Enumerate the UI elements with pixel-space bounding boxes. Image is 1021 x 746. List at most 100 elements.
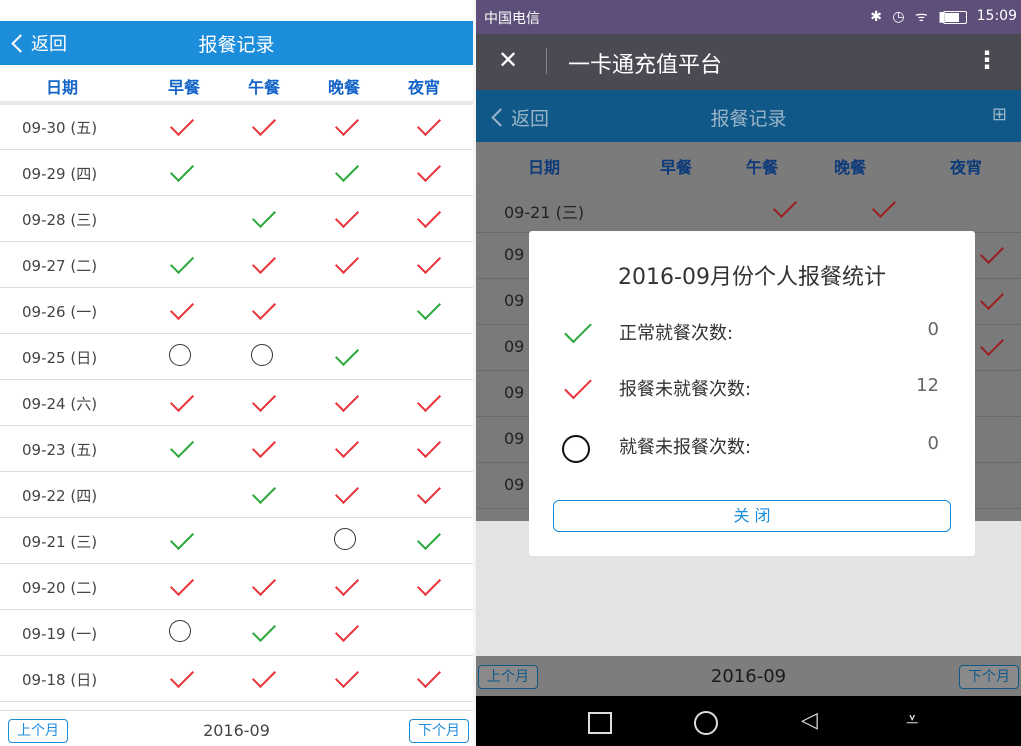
circle-icon <box>334 528 356 550</box>
red-check-icon <box>979 285 1005 311</box>
meal-cell <box>331 571 361 600</box>
meal-cell <box>248 295 278 324</box>
meal-cell <box>248 571 278 600</box>
row-date: 09-25 (日) <box>22 349 98 367</box>
meal-cell <box>248 387 278 416</box>
green-check-icon <box>169 433 195 459</box>
red-check-icon <box>559 371 592 402</box>
page-header: 返回 报餐记录 <box>0 21 473 65</box>
table-row[interactable]: 09-28 (三) <box>0 196 473 242</box>
table-row[interactable]: 09-24 (六) <box>0 380 473 426</box>
red-check-icon <box>979 331 1005 357</box>
green-check-icon <box>334 341 360 367</box>
green-check-icon <box>334 157 360 183</box>
meal-cell <box>413 203 443 232</box>
table-row[interactable]: 09-27 (二) <box>0 242 473 288</box>
table-row[interactable]: 09-20 (二) <box>0 564 473 610</box>
red-check-icon <box>334 663 360 689</box>
green-check-icon <box>416 525 442 551</box>
row-date: 09-23 (五) <box>22 441 98 459</box>
column-header-date: 日期 <box>527 158 560 177</box>
column-header-dinner: 晚餐 <box>327 78 360 97</box>
close-icon[interactable]: ✕ <box>498 46 518 74</box>
circle-icon <box>559 432 590 463</box>
meal-cell <box>413 249 443 278</box>
more-vert-icon[interactable]: ⋮ <box>975 46 999 74</box>
table-row[interactable]: 09-19 (一) <box>0 610 473 656</box>
red-check-icon <box>251 433 277 459</box>
table-row[interactable]: 09-25 (日) <box>0 334 473 380</box>
row-date: 09-19 (一) <box>22 625 98 643</box>
stat-label: 正常就餐次数: <box>619 323 734 344</box>
green-check-icon <box>169 157 195 183</box>
close-button[interactable]: 关 闭 <box>553 500 951 532</box>
meal-cell <box>331 203 361 232</box>
grid-icon[interactable]: ⊞ <box>992 104 1007 125</box>
column-header-date: 日期 <box>45 78 78 97</box>
page-title: 报餐记录 <box>198 34 275 56</box>
row-date: 09 <box>504 475 525 494</box>
next-month-button[interactable]: 下个月 <box>409 719 469 743</box>
meal-cell <box>166 525 196 554</box>
meal-cell <box>248 203 278 232</box>
red-check-icon <box>251 111 277 137</box>
current-month: 2016-09 <box>203 721 270 740</box>
meal-cell <box>331 617 361 646</box>
table-row[interactable]: 09-21 (三) <box>0 518 473 564</box>
red-check-icon <box>979 239 1005 265</box>
table-row[interactable]: 09-18 (日) <box>0 656 473 702</box>
carrier-label: 中国电信 <box>484 11 540 27</box>
row-date: 09-27 (二) <box>22 257 98 275</box>
meal-cell <box>331 387 361 416</box>
column-header-breakfast: 早餐 <box>167 78 200 97</box>
table-row[interactable]: 09-23 (五) <box>0 426 473 472</box>
meal-cell <box>413 295 443 324</box>
red-check-icon <box>416 111 442 137</box>
red-check-icon <box>169 663 195 689</box>
red-check-icon <box>251 571 277 597</box>
meal-cell <box>166 342 196 370</box>
meal-cell <box>166 249 196 278</box>
red-check-icon <box>169 295 195 321</box>
circle-icon <box>169 344 191 366</box>
green-check-icon <box>169 525 195 551</box>
meal-cell <box>166 571 196 600</box>
table-row[interactable]: 09-29 (四) <box>0 150 473 196</box>
back-triangle-icon[interactable]: ◁ <box>801 708 818 733</box>
meal-cell <box>413 387 443 416</box>
red-check-icon <box>251 663 277 689</box>
meal-cell <box>331 479 361 508</box>
current-month: 2016-09 <box>710 666 787 687</box>
row-date: 09 <box>504 429 525 448</box>
red-check-icon <box>251 249 277 275</box>
recent-apps-icon[interactable] <box>588 712 612 734</box>
stats-dialog: 2016-09月份个人报餐统计 正常就餐次数: 0 报餐未就餐次数: 12 就餐… <box>529 231 975 556</box>
table-row[interactable]: 09-26 (一) <box>0 288 473 334</box>
column-header-lunch: 午餐 <box>745 158 778 177</box>
row-date: 09-24 (六) <box>22 395 98 413</box>
circle-icon <box>169 620 191 642</box>
late-snack-cell <box>976 331 1006 360</box>
dialog-title: 2016-09月份个人报餐统计 <box>618 265 886 290</box>
red-check-icon <box>416 249 442 275</box>
table-row[interactable]: 09-30 (五) <box>0 104 473 150</box>
table-row[interactable]: 09-22 (四) <box>0 472 473 518</box>
red-check-icon <box>334 433 360 459</box>
column-header-late-snack: 夜宵 <box>407 78 440 97</box>
meal-cell <box>248 479 278 508</box>
column-header-late-snack: 夜宵 <box>949 158 982 177</box>
app-title: 一卡通充值平台 <box>568 53 723 78</box>
green-check-icon <box>251 617 277 643</box>
meal-cell <box>331 157 361 186</box>
red-check-icon <box>334 387 360 413</box>
meal-cell <box>248 111 278 140</box>
notification-drawer-icon[interactable]: ⩡ <box>906 708 918 733</box>
red-check-icon <box>772 193 798 219</box>
meal-cell <box>331 433 361 462</box>
green-check-icon <box>416 295 442 321</box>
meal-cell <box>166 111 196 140</box>
home-icon[interactable] <box>694 711 718 735</box>
column-header-lunch: 午餐 <box>247 78 280 97</box>
next-month-button[interactable]: 下个月 <box>959 665 1019 689</box>
list-item[interactable]: 09-21 (三) <box>476 186 1021 233</box>
